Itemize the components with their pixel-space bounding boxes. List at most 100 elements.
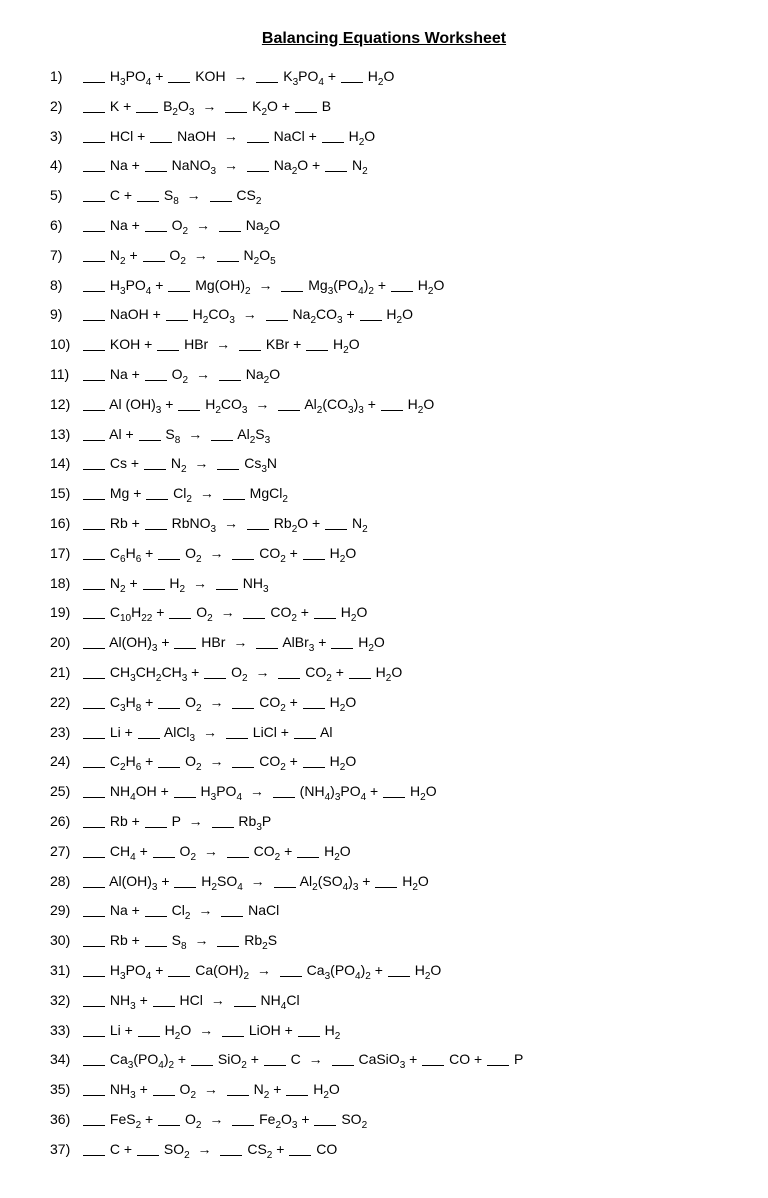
blank — [83, 291, 105, 292]
equation-row-32: 32) NH3 + HCl → NH4Cl — [50, 990, 718, 1014]
eq-number: 32) — [50, 990, 82, 1011]
blank — [83, 1125, 105, 1126]
blank — [83, 1006, 105, 1007]
eq-content: Na + Cl2 → NaCl — [82, 900, 279, 924]
equation-row-10: 10) KOH + HBr → KBr + H2O — [50, 334, 718, 358]
blank — [143, 261, 165, 262]
blank — [143, 589, 165, 590]
blank — [169, 618, 191, 619]
equation-row-28: 28) Al(OH)3 + H2SO4 → Al2(SO4)3 + H2O — [50, 871, 718, 895]
eq-content: Ca3(PO4)2 + SiO2 + C → CaSiO3 + CO + P — [82, 1049, 523, 1073]
blank — [137, 201, 159, 202]
eq-number: 11) — [50, 364, 82, 385]
blank — [158, 1125, 180, 1126]
eq-number: 19) — [50, 602, 82, 623]
blank — [83, 380, 105, 381]
eq-content: C10H22 + O2 → CO2 + H2O — [82, 602, 367, 626]
blank — [137, 1155, 159, 1156]
eq-number: 1) — [50, 66, 82, 87]
blank — [191, 1065, 213, 1066]
blank — [83, 648, 105, 649]
eq-number: 9) — [50, 304, 82, 325]
eq-number: 15) — [50, 483, 82, 504]
blank — [349, 678, 371, 679]
blank — [247, 171, 269, 172]
eq-number: 33) — [50, 1020, 82, 1041]
blank — [264, 1065, 286, 1066]
eq-content: H3PO4 + KOH → K3PO4 + H2O — [82, 66, 394, 90]
blank — [178, 410, 200, 411]
eq-content: Li + AlCl3 → LiCl + Al — [82, 722, 332, 746]
eq-content: N2 + H2 → NH3 — [82, 573, 269, 597]
blank — [83, 410, 105, 411]
eq-content: Al + S8 → Al2S3 — [82, 424, 270, 448]
blank — [217, 261, 239, 262]
eq-number: 27) — [50, 841, 82, 862]
blank — [243, 618, 265, 619]
blank — [83, 946, 105, 947]
equation-row-9: 9) NaOH + H2CO3 → Na2CO3 + H2O — [50, 304, 718, 328]
blank — [422, 1065, 444, 1066]
eq-content: NH3 + HCl → NH4Cl — [82, 990, 300, 1014]
blank — [280, 976, 302, 977]
blank — [83, 529, 105, 530]
blank — [204, 678, 226, 679]
blank — [83, 171, 105, 172]
equation-row-18: 18) N2 + H2 → NH3 — [50, 573, 718, 597]
blank — [136, 112, 158, 113]
blank — [174, 887, 196, 888]
blank — [83, 350, 105, 351]
blank — [145, 529, 167, 530]
blank — [83, 1095, 105, 1096]
eq-content: H3PO4 + Ca(OH)2 → Ca3(PO4)2 + H2O — [82, 960, 441, 984]
eq-number: 23) — [50, 722, 82, 743]
blank — [145, 946, 167, 947]
eq-content: C + SO2 → CS2 + CO — [82, 1139, 337, 1163]
blank — [273, 797, 295, 798]
blank — [145, 380, 167, 381]
eq-content: K + B2O3 → K2O + B — [82, 96, 331, 120]
eq-content: Al(OH)3 + H2SO4 → Al2(SO4)3 + H2O — [82, 871, 429, 895]
equation-list: 1) H3PO4 + KOH → K3PO4 + H2O 2) K + B2O3… — [50, 66, 718, 1162]
blank — [83, 887, 105, 888]
blank — [83, 976, 105, 977]
blank — [391, 291, 413, 292]
blank — [227, 857, 249, 858]
blank — [306, 350, 328, 351]
blank — [166, 320, 188, 321]
blank — [286, 1095, 308, 1096]
eq-number: 4) — [50, 155, 82, 176]
blank — [217, 946, 239, 947]
blank — [298, 1036, 320, 1037]
blank — [227, 1095, 249, 1096]
equation-row-15: 15) Mg + Cl2 → MgCl2 — [50, 483, 718, 507]
eq-number: 35) — [50, 1079, 82, 1100]
blank — [232, 1125, 254, 1126]
eq-number: 10) — [50, 334, 82, 355]
equation-row-19: 19) C10H22 + O2 → CO2 + H2O — [50, 602, 718, 626]
eq-content: NaOH + H2CO3 → Na2CO3 + H2O — [82, 304, 413, 328]
blank — [145, 171, 167, 172]
eq-number: 8) — [50, 275, 82, 296]
blank — [168, 976, 190, 977]
blank — [278, 410, 300, 411]
equation-row-33: 33) Li + H2O → LiOH + H2 — [50, 1020, 718, 1044]
blank — [83, 469, 105, 470]
equation-row-3: 3) HCl + NaOH → NaCl + H2O — [50, 126, 718, 150]
eq-number: 16) — [50, 513, 82, 534]
blank — [295, 112, 317, 113]
eq-content: N2 + O2 → N2O5 — [82, 245, 276, 269]
blank — [303, 559, 325, 560]
eq-number: 22) — [50, 692, 82, 713]
eq-number: 13) — [50, 424, 82, 445]
eq-content: FeS2 + O2 → Fe2O3 + SO2 — [82, 1109, 367, 1133]
blank — [314, 618, 336, 619]
eq-number: 36) — [50, 1109, 82, 1130]
blank — [139, 440, 161, 441]
blank — [153, 1095, 175, 1096]
blank — [211, 440, 233, 441]
blank — [83, 1065, 105, 1066]
eq-number: 20) — [50, 632, 82, 653]
eq-number: 6) — [50, 215, 82, 236]
blank — [83, 142, 105, 143]
